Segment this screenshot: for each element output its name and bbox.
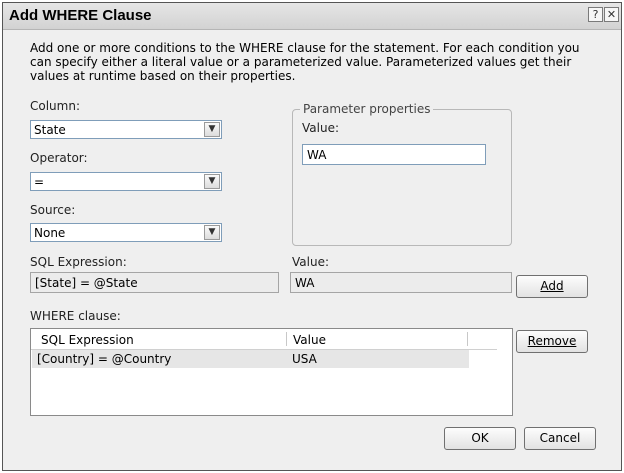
operator-dropdown-value: = bbox=[34, 175, 45, 189]
remove-button[interactable]: Remove bbox=[516, 330, 588, 353]
column-divider[interactable] bbox=[286, 332, 287, 346]
title-bar: Add WHERE Clause ? ✕ bbox=[3, 3, 621, 30]
value-preview-text: WA bbox=[295, 276, 315, 290]
table-row[interactable]: [Country] = @Country USA bbox=[32, 350, 469, 368]
row-expression: [Country] = @Country bbox=[37, 352, 172, 366]
parameter-properties-legend: Parameter properties bbox=[300, 102, 434, 116]
column-dropdown-value: State bbox=[34, 123, 66, 137]
source-dropdown[interactable]: None ▼ bbox=[30, 223, 222, 242]
column-label: Column: bbox=[30, 99, 80, 113]
source-label: Source: bbox=[30, 203, 76, 217]
row-value: USA bbox=[292, 352, 317, 366]
operator-label: Operator: bbox=[30, 151, 88, 165]
add-where-clause-dialog: Add WHERE Clause ? ✕ Add one or more con… bbox=[2, 2, 622, 471]
parameter-value-input[interactable]: WA bbox=[302, 144, 486, 165]
where-clause-list[interactable]: SQL Expression Value [Country] = @Countr… bbox=[30, 328, 513, 416]
value-preview-field: WA bbox=[290, 272, 512, 293]
sql-expression-label: SQL Expression: bbox=[30, 255, 127, 269]
value-preview-label: Value: bbox=[292, 255, 329, 269]
where-clause-label: WHERE clause: bbox=[30, 309, 121, 323]
column-header-sql-expression[interactable]: SQL Expression bbox=[41, 333, 134, 347]
chevron-down-icon[interactable]: ▼ bbox=[204, 225, 220, 240]
parameter-value-label: Value: bbox=[302, 121, 339, 135]
ok-button[interactable]: OK bbox=[444, 427, 516, 450]
source-dropdown-value: None bbox=[34, 226, 66, 240]
cancel-button[interactable]: Cancel bbox=[524, 427, 596, 450]
dialog-title: Add WHERE Clause bbox=[9, 7, 152, 24]
column-divider[interactable] bbox=[467, 332, 468, 346]
parameter-value-text: WA bbox=[307, 148, 327, 162]
chevron-down-icon[interactable]: ▼ bbox=[204, 174, 220, 189]
close-icon[interactable]: ✕ bbox=[604, 7, 619, 22]
column-header-value[interactable]: Value bbox=[293, 333, 326, 347]
column-dropdown[interactable]: State ▼ bbox=[30, 120, 222, 139]
chevron-down-icon[interactable]: ▼ bbox=[204, 122, 220, 137]
add-button[interactable]: Add bbox=[516, 275, 588, 298]
help-icon[interactable]: ? bbox=[588, 7, 603, 22]
operator-dropdown[interactable]: = ▼ bbox=[30, 172, 222, 191]
sql-expression-text: [State] = @State bbox=[35, 276, 138, 290]
sql-expression-field: [State] = @State bbox=[30, 272, 279, 293]
where-clause-header: SQL Expression Value bbox=[31, 329, 497, 350]
dialog-description: Add one or more conditions to the WHERE … bbox=[30, 41, 580, 83]
